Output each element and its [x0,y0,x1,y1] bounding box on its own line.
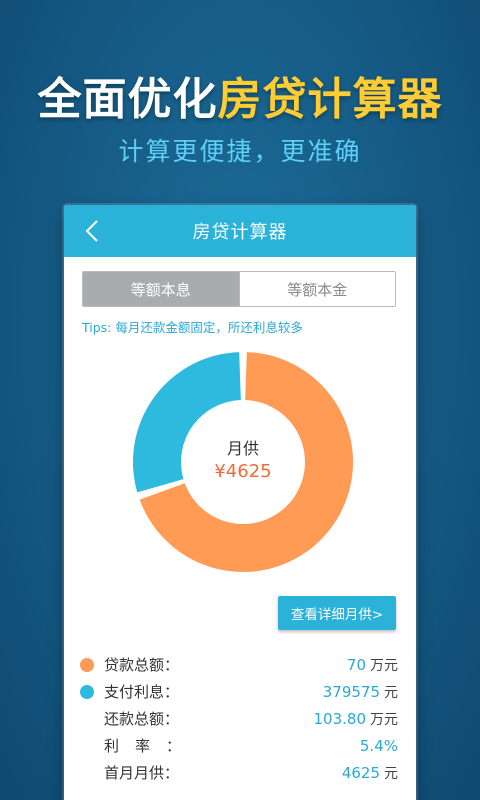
promo-title-white: 全面优化 [37,74,218,125]
summary-row-first-month: 首月月供： 4625 元 [80,759,398,786]
promo-title-yellow: 房贷计算器 [217,74,443,125]
summary-value: 4625 元 [341,763,398,782]
summary-label: 利率： [104,737,198,755]
summary-row-interest: 支付利息： 379575 元 [80,678,398,705]
tab-equal-principal[interactable]: 等额本金 [238,272,395,306]
summary-label: 还款总额： [104,710,180,728]
donut-center-label: 月供 [226,439,259,458]
summary-value: 379575 元 [322,682,398,701]
summary-row-rate: 利率： 5.4% [80,732,398,759]
app-title: 房贷计算器 [192,222,288,243]
summary-value: 70 万元 [346,655,398,674]
summary-row-repayment-total: 还款总额： 103.80 万元 [80,705,398,732]
back-arrow-icon[interactable] [82,219,106,243]
app-bar: 房贷计算器 [64,205,416,257]
donut-center-value: ¥4625 [214,461,272,482]
summary-label: 贷款总额： [104,656,180,674]
promo-title: 全面优化房贷计算器 [0,72,480,128]
repayment-method-tabs: 等额本息 等额本金 [82,271,396,307]
blue-dot-icon [80,684,94,699]
view-monthly-detail-button[interactable]: 查看详细月供> [278,596,396,630]
donut-chart: 月供 ¥4625 [128,347,358,577]
summary-value: 103.80 万元 [313,709,399,728]
tips-text: Tips: 每月还款金额固定，所还利息较多 [82,320,303,335]
orange-dot-icon [80,657,94,672]
tab-equal-installment[interactable]: 等额本息 [83,272,239,306]
promo-subtitle: 计算更便捷，更准确 [118,137,362,166]
summary-value: 5.4% [359,736,398,755]
phone-screen: 房贷计算器 等额本息 等额本金 Tips: 每月还款金额固定，所还利息较多 月供… [64,205,416,800]
summary-row-loan-total: 贷款总额： 70 万元 [80,651,398,678]
summary-label: 首月月供： [104,764,180,782]
summary-label: 支付利息： [104,683,180,701]
summary-list: 贷款总额： 70 万元 支付利息： 379575 元 还款总额： 103.80 万元 … [80,651,398,786]
